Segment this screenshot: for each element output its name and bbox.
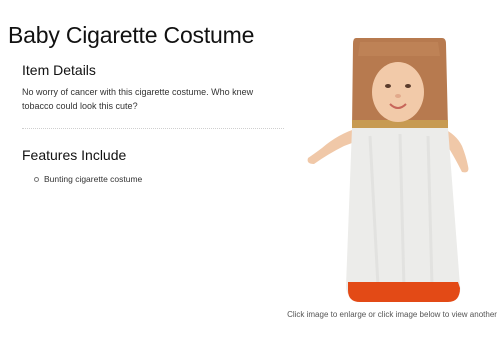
section-divider — [22, 128, 284, 129]
image-caption: Click image to enlarge or click image be… — [287, 310, 497, 319]
features-heading: Features Include — [22, 147, 127, 163]
feature-list: Bunting cigarette costume — [34, 174, 142, 184]
bullet-icon — [34, 177, 39, 182]
page-title: Baby Cigarette Costume — [8, 22, 255, 49]
feature-item: Bunting cigarette costume — [34, 174, 142, 184]
item-description: No worry of cancer with this cigarette c… — [22, 87, 254, 111]
feature-item-text: Bunting cigarette costume — [44, 174, 143, 184]
product-image[interactable] — [300, 36, 490, 304]
baby-costume-illustration — [307, 38, 469, 302]
item-details-heading: Item Details — [22, 62, 96, 78]
